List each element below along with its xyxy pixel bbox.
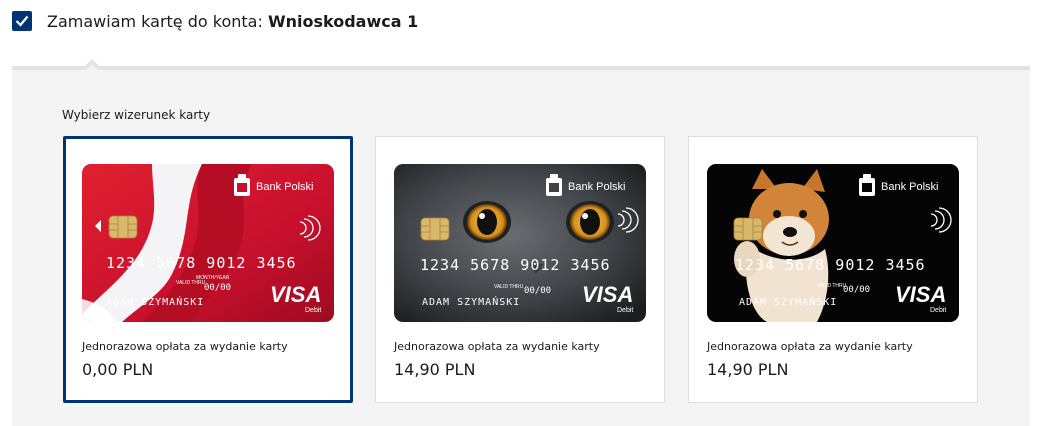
fee-label: Jednorazowa opłata za wydanie karty — [394, 340, 600, 353]
visa-logo: VISA — [895, 282, 946, 307]
card-number: 1234 5678 9012 3456 — [735, 256, 926, 274]
card-holder-name: ADAM SZYMAŃSKI — [422, 295, 520, 308]
order-card-row[interactable]: Zamawiam kartę do konta: Wnioskodawca 1 — [12, 8, 418, 34]
svg-text:Debit: Debit — [930, 307, 946, 314]
svg-text:VALID THRU: VALID THRU — [494, 284, 524, 290]
card-option-dog[interactable]: Bank Polski 1234 5678 9012 3456 VALID TH… — [688, 136, 978, 403]
card-design-panel: Wybierz wizerunek karty Bank Polski 1234… — [12, 59, 1030, 426]
card-valid-date: 00/00 — [204, 283, 231, 293]
card-number: 1234 5678 9012 3456 — [420, 256, 611, 274]
svg-text:Debit: Debit — [617, 307, 633, 314]
card-valid-date: 00/00 — [843, 285, 870, 295]
card-option-cat[interactable]: Bank Polski 1234 5678 9012 3456 VALID TH… — [375, 136, 665, 403]
fee-value: 14,90 PLN — [707, 360, 789, 379]
fee-label: Jednorazowa opłata za wydanie karty — [707, 340, 913, 353]
section-title: Wybierz wizerunek karty — [62, 108, 211, 122]
svg-text:Debit: Debit — [305, 307, 321, 314]
card-image-dog: Bank Polski 1234 5678 9012 3456 VALID TH… — [707, 164, 959, 322]
card-holder-name: ADAM SZYMAŃSKI — [106, 295, 204, 308]
card-bank-name: Bank Polski — [881, 181, 938, 193]
card-option-red[interactable]: Bank Polski 1234 5678 9012 3456 MONTH/YE… — [63, 136, 353, 403]
order-card-label: Zamawiam kartę do konta: Wnioskodawca 1 — [47, 12, 418, 31]
visa-logo: VISA — [582, 282, 633, 307]
card-image-cat: Bank Polski 1234 5678 9012 3456 VALID TH… — [394, 164, 646, 322]
card-valid-date: 00/00 — [524, 286, 551, 296]
svg-text:VALID THRU: VALID THRU — [176, 280, 206, 286]
order-card-label-prefix: Zamawiam kartę do konta: — [47, 11, 263, 31]
checkmark-icon — [15, 15, 29, 27]
card-number: 1234 5678 9012 3456 — [106, 254, 297, 272]
order-card-checkbox[interactable] — [12, 11, 32, 31]
card-image-red: Bank Polski 1234 5678 9012 3456 MONTH/YE… — [82, 164, 334, 322]
card-bank-name: Bank Polski — [568, 181, 625, 193]
visa-logo: VISA — [270, 282, 321, 307]
fee-label: Jednorazowa opłata za wydanie karty — [82, 340, 288, 353]
fee-value: 14,90 PLN — [394, 360, 476, 379]
card-holder-name: ADAM SZYMAŃSKI — [739, 295, 837, 308]
card-bank-name: Bank Polski — [256, 181, 313, 193]
account-holder-name: Wnioskodawca 1 — [267, 11, 419, 31]
fee-value: 0,00 PLN — [82, 360, 154, 379]
